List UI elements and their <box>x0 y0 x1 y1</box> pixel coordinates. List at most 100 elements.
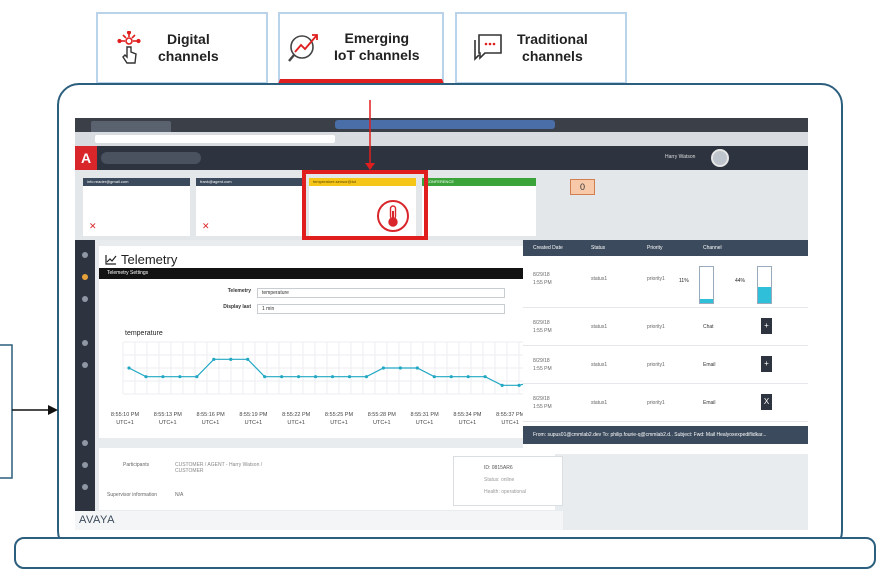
temperature-point[interactable] <box>144 375 148 379</box>
temperature-point[interactable] <box>500 383 504 387</box>
table-row[interactable]: 8/29/18 1:55 PM status1 priority1 Email … <box>523 386 808 422</box>
temperature-point[interactable] <box>195 375 199 379</box>
temperature-point[interactable] <box>364 375 369 379</box>
app-toolbar: A Harry Watson <box>75 146 808 170</box>
row-date: 8/29/18 <box>533 396 550 402</box>
gauge-label: 11% <box>679 278 689 284</box>
x-tick-sublabel: UTC+1 <box>245 420 263 426</box>
temperature-point[interactable] <box>313 375 318 379</box>
temperature-point[interactable] <box>517 383 521 387</box>
temperature-point[interactable] <box>127 366 131 370</box>
level-gauge <box>699 266 714 304</box>
device-health: Health: operational <box>484 489 526 495</box>
display-last-select[interactable]: 1 min <box>257 304 505 314</box>
footer-bar: AVAYA <box>75 511 563 530</box>
sidebar-item[interactable] <box>82 462 88 468</box>
col-priority[interactable]: Priority <box>647 245 663 251</box>
channel-tab-digital[interactable]: Digital channels <box>96 12 268 84</box>
interaction-cards: info.reader@gmail.com ✕ frank@agent.com … <box>75 170 808 240</box>
x-tick-sublabel: UTC+1 <box>459 420 477 426</box>
row-channel: Email <box>703 362 716 368</box>
row-priority: priority1 <box>647 400 665 406</box>
temperature-point[interactable] <box>398 366 402 370</box>
x-tick-sublabel: UTC+1 <box>330 420 348 426</box>
channel-tab-traditional[interactable]: Traditional channels <box>455 12 627 84</box>
sidebar-item[interactable] <box>82 340 88 346</box>
channel-tab-iot[interactable]: Emerging IoT channels <box>278 12 444 84</box>
table-header: Created Date Status Priority Channel <box>523 240 808 256</box>
col-created-date[interactable]: Created Date <box>533 245 563 251</box>
sidebar-item[interactable] <box>82 296 88 302</box>
iot-chart-icon <box>288 30 322 64</box>
temperature-point[interactable] <box>212 357 216 361</box>
x-tick-label: 8:55:28 PM <box>368 412 397 418</box>
line-chart-icon <box>105 255 117 265</box>
device-info-popup: ID: 0815AR6 Status: online Health: opera… <box>453 456 563 506</box>
temperature-point[interactable] <box>280 375 284 379</box>
temperature-point[interactable] <box>449 375 453 379</box>
interaction-card[interactable]: frank@agent.com ✕ <box>196 178 303 236</box>
telemetry-select[interactable]: temperature <box>257 288 505 298</box>
table-row[interactable]: 8/29/18 1:55 PM status1 priority1 Email … <box>523 348 808 384</box>
app-screen: A Harry Watson info.reader@gmail.com ✕ f… <box>75 118 808 530</box>
add-button[interactable]: + <box>761 318 772 334</box>
x-tick-label: 8:55:34 PM <box>453 412 482 418</box>
x-tick-label: 8:55:13 PM <box>154 412 183 418</box>
temperature-point[interactable] <box>347 375 352 379</box>
row-status: status1 <box>591 276 608 282</box>
temperature-point[interactable] <box>246 357 250 361</box>
alert-count-badge[interactable]: 0 <box>570 179 595 195</box>
url-field[interactable] <box>95 135 335 143</box>
interaction-card[interactable]: info.reader@gmail.com ✕ <box>83 178 190 236</box>
avatar[interactable] <box>711 149 729 167</box>
row-priority: priority1 <box>647 276 665 282</box>
col-channel[interactable]: Channel <box>703 245 722 251</box>
card-header: frank@agent.com <box>200 179 232 184</box>
x-tick-sublabel: UTC+1 <box>287 420 305 426</box>
sidebar-item[interactable] <box>82 274 88 280</box>
telemetry-settings-bar: Telemetry Settings <box>99 268 555 279</box>
card-header: CONFERENCE <box>426 179 455 184</box>
sidebar-item[interactable] <box>82 362 88 368</box>
bracket-line <box>0 344 13 479</box>
browser-tab[interactable] <box>91 121 171 132</box>
temperature-point[interactable] <box>263 375 267 379</box>
browser-titlebar <box>75 118 808 132</box>
table-row[interactable]: 8/29/18 1:55 PM status1 priority1 Chat + <box>523 310 808 346</box>
close-button[interactable]: X <box>761 394 772 410</box>
temperature-point[interactable] <box>297 375 301 379</box>
temperature-point[interactable] <box>466 375 470 379</box>
agent-name[interactable]: Harry Watson <box>665 154 695 160</box>
col-status[interactable]: Status <box>591 245 605 251</box>
laptop-base <box>14 537 876 569</box>
x-tick-sublabel: UTC+1 <box>501 420 519 426</box>
sidebar-item[interactable] <box>82 440 88 446</box>
sidebar-item[interactable] <box>82 252 88 258</box>
channel-digital-line2: channels <box>158 48 219 64</box>
row-priority: priority1 <box>647 362 665 368</box>
table-row[interactable]: 8/29/18 1:55 PM status1 priority1 11% 44… <box>523 264 808 308</box>
email-preview-bar[interactable]: From: supus01@cmmlab2.dev To: philip.fou… <box>523 426 808 444</box>
temperature-point[interactable] <box>229 357 233 361</box>
avaya-logo: A <box>75 146 97 170</box>
telemetry-label: Telemetry <box>227 288 251 294</box>
conference-card[interactable]: CONFERENCE <box>422 178 536 236</box>
search-input[interactable] <box>101 152 201 164</box>
temperature-point[interactable] <box>330 375 335 379</box>
add-button[interactable]: + <box>761 356 772 372</box>
iot-card-highlight <box>302 170 428 240</box>
row-channel: Chat <box>703 324 714 330</box>
temperature-point[interactable] <box>381 366 385 370</box>
temperature-point[interactable] <box>432 375 436 379</box>
temperature-point[interactable] <box>415 366 419 370</box>
close-icon[interactable]: ✕ <box>89 221 97 232</box>
close-icon[interactable]: ✕ <box>202 221 210 232</box>
x-tick-label: 8:55:19 PM <box>239 412 268 418</box>
x-tick-sublabel: UTC+1 <box>373 420 391 426</box>
temperature-point[interactable] <box>178 375 182 379</box>
row-date: 8/29/18 <box>533 358 550 364</box>
temperature-point[interactable] <box>161 375 165 379</box>
sidebar-item[interactable] <box>82 484 88 490</box>
temperature-point[interactable] <box>483 375 487 379</box>
x-tick-label: 8:55:25 PM <box>325 412 354 418</box>
